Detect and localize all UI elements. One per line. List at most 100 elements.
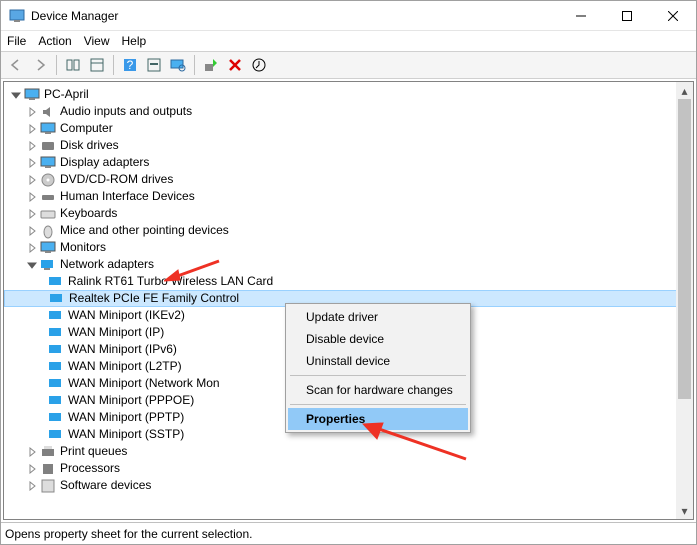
annotation-arrow <box>361 419 471 469</box>
chevron-right-icon[interactable] <box>26 123 38 135</box>
device-label: WAN Miniport (Network Mon <box>68 375 220 392</box>
scroll-down-icon[interactable]: ▾ <box>676 502 693 519</box>
category-label: Network adapters <box>60 256 154 273</box>
chevron-right-icon[interactable] <box>26 106 38 118</box>
chevron-down-icon[interactable] <box>26 259 38 271</box>
menu-help[interactable]: Help <box>122 34 147 48</box>
tree-category-network-adapters[interactable]: Network adapters <box>4 256 693 273</box>
tree-category-mice[interactable]: Mice and other pointing devices <box>4 222 693 239</box>
close-button[interactable] <box>650 1 696 31</box>
chevron-right-icon[interactable] <box>26 463 38 475</box>
chevron-right-icon[interactable] <box>26 174 38 186</box>
device-label: WAN Miniport (IP) <box>68 324 164 341</box>
menu-view[interactable]: View <box>84 34 110 48</box>
update-driver-button[interactable] <box>248 54 270 76</box>
category-label: Keyboards <box>60 205 117 222</box>
scroll-up-icon[interactable]: ▴ <box>676 82 693 99</box>
tree-category-computer[interactable]: Computer <box>4 120 693 137</box>
chevron-right-icon[interactable] <box>26 242 38 254</box>
maximize-button[interactable] <box>604 1 650 31</box>
tree-category-audio[interactable]: Audio inputs and outputs <box>4 103 693 120</box>
menu-file[interactable]: File <box>7 34 26 48</box>
chevron-right-icon[interactable] <box>26 191 38 203</box>
menubar: File Action View Help <box>1 31 696 51</box>
back-button[interactable] <box>5 54 27 76</box>
device-label: Realtek PCIe FE Family Control <box>69 290 239 307</box>
chevron-right-icon[interactable] <box>26 480 38 492</box>
category-label: Mice and other pointing devices <box>60 222 229 239</box>
device-label: WAN Miniport (IKEv2) <box>68 307 185 324</box>
annotation-arrow <box>164 256 224 286</box>
network-icon <box>48 308 64 324</box>
network-icon <box>48 359 64 375</box>
properties-button[interactable] <box>86 54 108 76</box>
category-label: Disk drives <box>60 137 119 154</box>
ctx-scan-hardware[interactable]: Scan for hardware changes <box>288 379 468 401</box>
forward-button[interactable] <box>29 54 51 76</box>
chevron-right-icon[interactable] <box>26 446 38 458</box>
tree-category-monitors[interactable]: Monitors <box>4 239 693 256</box>
tree-category-print-queues[interactable]: Print queues <box>4 443 693 460</box>
tree-category-dvd[interactable]: DVD/CD-ROM drives <box>4 171 693 188</box>
speaker-icon <box>40 104 56 120</box>
ctx-disable-device[interactable]: Disable device <box>288 328 468 350</box>
category-label: Monitors <box>60 239 106 256</box>
category-label: Processors <box>60 460 120 477</box>
toolbar-separator <box>113 55 114 75</box>
tb-icon[interactable] <box>143 54 165 76</box>
scrollbar[interactable]: ▴ ▾ <box>676 82 693 519</box>
titlebar: Device Manager <box>1 1 696 31</box>
window-title: Device Manager <box>31 9 558 23</box>
category-label: Computer <box>60 120 113 137</box>
device-label: WAN Miniport (PPPOE) <box>68 392 194 409</box>
network-icon <box>48 427 64 443</box>
printer-icon <box>40 444 56 460</box>
tree-category-disk[interactable]: Disk drives <box>4 137 693 154</box>
minimize-button[interactable] <box>558 1 604 31</box>
ctx-uninstall-device[interactable]: Uninstall device <box>288 350 468 372</box>
dvd-icon <box>40 172 56 188</box>
category-label: Human Interface Devices <box>60 188 195 205</box>
uninstall-device-button[interactable] <box>224 54 246 76</box>
device-ralink[interactable]: Ralink RT61 Turbo Wireless LAN Card <box>4 273 693 290</box>
disk-icon <box>40 138 56 154</box>
tree-category-processors[interactable]: Processors <box>4 460 693 477</box>
chevron-right-icon[interactable] <box>26 157 38 169</box>
monitor-icon <box>40 240 56 256</box>
enable-device-button[interactable] <box>200 54 222 76</box>
network-icon <box>48 325 64 341</box>
device-label: WAN Miniport (SSTP) <box>68 426 184 443</box>
category-label: Print queues <box>60 443 127 460</box>
category-label: Audio inputs and outputs <box>60 103 192 120</box>
network-icon <box>48 376 64 392</box>
scroll-thumb[interactable] <box>678 99 691 399</box>
menu-action[interactable]: Action <box>38 34 71 48</box>
chevron-down-icon[interactable] <box>10 89 22 101</box>
tree-category-hid[interactable]: Human Interface Devices <box>4 188 693 205</box>
status-text: Opens property sheet for the current sel… <box>5 527 252 541</box>
chevron-right-icon[interactable] <box>26 140 38 152</box>
chevron-right-icon[interactable] <box>26 208 38 220</box>
status-bar: Opens property sheet for the current sel… <box>1 522 696 544</box>
device-label: WAN Miniport (PPTP) <box>68 409 184 426</box>
scan-hardware-button[interactable] <box>167 54 189 76</box>
category-label: Display adapters <box>60 154 149 171</box>
chevron-right-icon[interactable] <box>26 225 38 237</box>
ctx-separator <box>290 404 466 405</box>
show-hide-console-button[interactable] <box>62 54 84 76</box>
scroll-track[interactable] <box>676 99 693 502</box>
tree-category-display[interactable]: Display adapters <box>4 154 693 171</box>
svg-text:?: ? <box>127 58 134 72</box>
category-label: DVD/CD-ROM drives <box>60 171 173 188</box>
ctx-separator <box>290 375 466 376</box>
toolbar-separator <box>194 55 195 75</box>
computer-icon <box>24 87 40 103</box>
tree-category-keyboards[interactable]: Keyboards <box>4 205 693 222</box>
ctx-update-driver[interactable]: Update driver <box>288 306 468 328</box>
tree-category-software-devices[interactable]: Software devices <box>4 477 693 494</box>
help-button[interactable]: ? <box>119 54 141 76</box>
toolbar-separator <box>56 55 57 75</box>
hid-icon <box>40 189 56 205</box>
toolbar: ? <box>1 51 696 79</box>
tree-root[interactable]: PC-April <box>4 86 693 103</box>
